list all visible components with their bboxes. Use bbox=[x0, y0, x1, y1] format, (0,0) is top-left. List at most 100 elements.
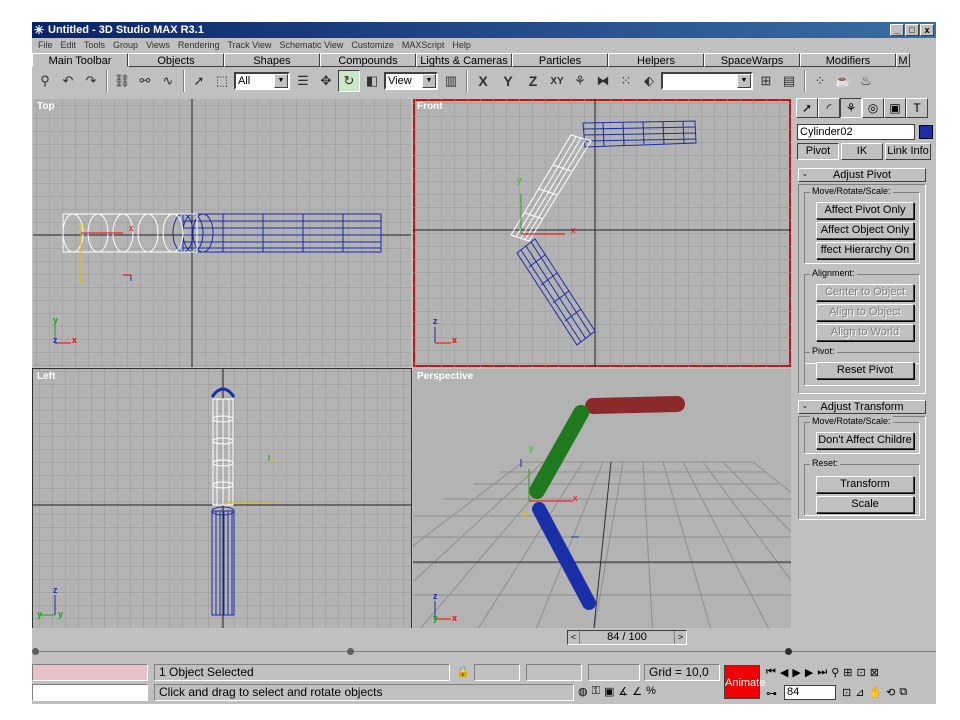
named-selection-dropdown[interactable]: ▼ bbox=[661, 72, 753, 90]
sphere-icon[interactable]: ◍ bbox=[578, 685, 588, 698]
zoom-extents-icon[interactable]: ⊡ bbox=[857, 666, 866, 679]
menu-group[interactable]: Group bbox=[109, 38, 142, 52]
align-to-object-button[interactable]: Align to Object bbox=[816, 304, 914, 321]
menu-tools[interactable]: Tools bbox=[80, 38, 109, 52]
adjust-pivot-rollout-header[interactable]: - Adjust Pivot bbox=[798, 168, 926, 182]
pivot-center-icon[interactable]: ▥ bbox=[440, 70, 462, 92]
animate-button[interactable]: Animate bbox=[724, 665, 765, 699]
menu-schematic-view[interactable]: Schematic View bbox=[275, 38, 347, 52]
next-frame-icon[interactable]: ▶ bbox=[805, 666, 813, 679]
maxscript-input-field[interactable] bbox=[32, 684, 148, 701]
unlink-icon[interactable]: ⚯ bbox=[134, 70, 156, 92]
display-tab-icon[interactable]: ▣ bbox=[884, 98, 906, 118]
coordinate-x-field[interactable] bbox=[474, 664, 520, 681]
zoom-extents-all-icon[interactable]: ⊠ bbox=[870, 666, 879, 679]
redo-icon[interactable]: ↷ bbox=[80, 70, 102, 92]
reset-scale-button[interactable]: Scale bbox=[816, 496, 914, 513]
align-to-world-button[interactable]: Align to World bbox=[816, 324, 914, 341]
link-info-button[interactable]: Link Info bbox=[885, 143, 931, 160]
previous-frame-icon[interactable]: ◀ bbox=[780, 666, 788, 679]
viewport-perspective[interactable]: Perspective y x z z y x bbox=[413, 369, 791, 637]
mirror-icon[interactable]: ⧓ bbox=[592, 70, 614, 92]
snap-2d-icon[interactable]: ∡ bbox=[618, 685, 628, 698]
region-zoom-icon[interactable]: ⊡ bbox=[842, 686, 851, 699]
menu-maxscript[interactable]: MAXScript bbox=[398, 38, 449, 52]
go-to-end-icon[interactable]: ⏭ bbox=[817, 666, 827, 679]
array-icon[interactable]: ⁙ bbox=[615, 70, 637, 92]
track-view-icon[interactable]: ⊞ bbox=[755, 70, 777, 92]
next-frame-icon[interactable]: > bbox=[674, 631, 686, 644]
close-button[interactable]: x bbox=[920, 24, 934, 36]
center-to-object-button[interactable]: Center to Object bbox=[816, 284, 914, 301]
affect-object-only-button[interactable]: Affect Object Only bbox=[816, 222, 914, 239]
tab-objects[interactable]: Objects bbox=[128, 53, 224, 67]
scale-icon[interactable]: ◧ bbox=[361, 70, 383, 92]
min-max-toggle-icon[interactable]: ⧉ bbox=[899, 686, 907, 699]
percent-snap-icon[interactable]: % bbox=[646, 685, 656, 698]
motion-tab-icon[interactable]: ◎ bbox=[862, 98, 884, 118]
field-of-view-icon[interactable]: ⊿ bbox=[855, 686, 864, 699]
inverse-kinematics-icon[interactable]: ⚘ bbox=[569, 70, 591, 92]
zoom-all-icon[interactable]: ⊞ bbox=[843, 666, 852, 679]
previous-frame-icon[interactable]: < bbox=[568, 631, 580, 644]
modify-tab-icon[interactable]: ◜ bbox=[818, 98, 840, 118]
tab-modifiers[interactable]: Modifiers bbox=[800, 53, 896, 67]
cube-icon[interactable]: ▣ bbox=[604, 685, 614, 698]
adjust-transform-rollout-header[interactable]: - Adjust Transform bbox=[798, 400, 926, 414]
hierarchy-tab-icon[interactable]: ⚘ bbox=[840, 98, 862, 118]
viewport-top[interactable]: Top y x z y z x bbox=[33, 99, 411, 367]
render-scene-icon[interactable]: ☕ bbox=[832, 70, 854, 92]
menu-edit[interactable]: Edit bbox=[57, 38, 81, 52]
undo-icon[interactable]: ↶ bbox=[57, 70, 79, 92]
pivot-button[interactable]: Pivot bbox=[797, 143, 839, 160]
zoom-icon[interactable]: ⚲ bbox=[831, 666, 839, 679]
go-to-start-icon[interactable]: ⏮ bbox=[766, 666, 776, 679]
reset-transform-button[interactable]: Transform bbox=[816, 476, 914, 493]
object-name-field[interactable]: Cylinder02 bbox=[797, 124, 915, 140]
menu-rendering[interactable]: Rendering bbox=[174, 38, 224, 52]
tab-more[interactable]: M bbox=[896, 53, 910, 67]
minimize-button[interactable]: _ bbox=[890, 24, 904, 36]
viewport-left[interactable]: Left z z y y bbox=[32, 368, 412, 638]
restrict-xy-button[interactable]: XY bbox=[546, 70, 568, 92]
menu-customize[interactable]: Customize bbox=[347, 38, 398, 52]
tab-particles[interactable]: Particles bbox=[512, 53, 608, 67]
reference-coord-dropdown[interactable]: View ▼ bbox=[384, 72, 438, 90]
utilities-tab-icon[interactable]: T bbox=[906, 98, 928, 118]
tab-main-toolbar[interactable]: Main Toolbar bbox=[32, 53, 128, 67]
align-icon[interactable]: ⬖ bbox=[638, 70, 660, 92]
menu-help[interactable]: Help bbox=[448, 38, 475, 52]
region-select-icon[interactable]: ⬚ bbox=[211, 70, 233, 92]
affect-pivot-only-button[interactable]: Affect Pivot Only bbox=[816, 202, 914, 219]
tab-shapes[interactable]: Shapes bbox=[224, 53, 320, 67]
ik-button[interactable]: IK bbox=[841, 143, 883, 160]
reset-pivot-button[interactable]: Reset Pivot bbox=[816, 362, 914, 379]
selection-filter-dropdown[interactable]: All ▼ bbox=[234, 72, 290, 90]
move-icon[interactable]: ✥ bbox=[315, 70, 337, 92]
menu-views[interactable]: Views bbox=[142, 38, 174, 52]
selection-lock-icon[interactable]: ⚿ bbox=[592, 685, 600, 698]
maxscript-listener-field[interactable] bbox=[32, 664, 148, 681]
arc-rotate-icon[interactable]: ⟲ bbox=[886, 686, 895, 699]
select-object-icon[interactable]: ➚ bbox=[188, 70, 210, 92]
track-bar[interactable] bbox=[32, 648, 936, 661]
time-slider[interactable]: < 84 / 100 > bbox=[567, 630, 687, 645]
restrict-z-button[interactable]: Z bbox=[521, 70, 545, 92]
affect-hierarchy-only-button[interactable]: ffect Hierarchy On bbox=[816, 242, 914, 259]
menu-track-view[interactable]: Track View bbox=[223, 38, 275, 52]
schematic-view-icon[interactable]: ▤ bbox=[778, 70, 800, 92]
angle-snap-icon[interactable]: ∠ bbox=[632, 685, 642, 698]
material-editor-icon[interactable]: ⁘ bbox=[809, 70, 831, 92]
track-current-marker[interactable] bbox=[785, 648, 792, 655]
coordinate-y-field[interactable] bbox=[526, 664, 582, 681]
viewport-front[interactable]: Front y x z x bbox=[413, 99, 791, 367]
rotate-icon[interactable]: ↻ bbox=[338, 70, 360, 92]
maximize-button[interactable]: □ bbox=[905, 24, 919, 36]
coordinate-z-field[interactable] bbox=[588, 664, 640, 681]
restrict-x-button[interactable]: X bbox=[471, 70, 495, 92]
current-frame-field[interactable]: 84 bbox=[784, 685, 836, 700]
tab-spacewarps[interactable]: SpaceWarps bbox=[704, 53, 800, 67]
tab-compounds[interactable]: Compounds bbox=[320, 53, 416, 67]
menu-file[interactable]: File bbox=[34, 38, 57, 52]
select-link-icon[interactable]: ⚲ bbox=[34, 70, 56, 92]
